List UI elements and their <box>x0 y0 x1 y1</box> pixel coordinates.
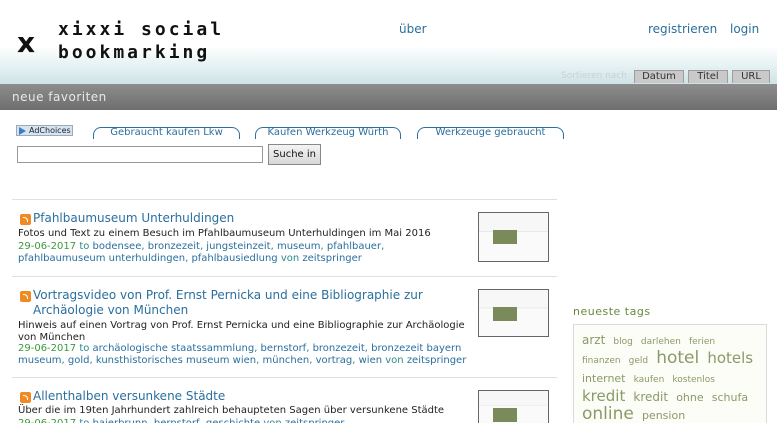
tag-link[interactable]: bodensee <box>93 241 142 252</box>
logo-text[interactable]: xixxi social bookmarking <box>58 18 224 64</box>
item-von: von <box>263 418 281 423</box>
blogger-icon <box>20 214 31 225</box>
item-meta: 29-06-2017 to baierbrunn, bernstorf, ges… <box>18 418 473 423</box>
tag-link[interactable]: baierbrunn <box>93 418 148 423</box>
tag-link[interactable]: bernstorf <box>261 343 307 354</box>
tag-cloud: arzt blog darlehen ferien finanzen geld … <box>573 324 767 423</box>
item-date: 29-06-2017 <box>18 418 76 423</box>
nav-uber-link[interactable]: über <box>399 22 427 36</box>
tag-cloud-word[interactable]: kostenlos <box>672 375 715 385</box>
item-von: von <box>385 355 404 366</box>
logo-line-1: xixxi social <box>58 19 225 40</box>
sort-label: Sortieren nach <box>561 71 627 81</box>
tag-cloud-word[interactable]: schufa <box>712 391 748 404</box>
logo-line-2: bookmarking <box>58 42 211 63</box>
tag-link[interactable]: museum <box>277 241 321 252</box>
ad-link-1[interactable]: Gebraucht kaufen Lkw <box>93 127 240 139</box>
tag-link[interactable]: geschichte <box>206 418 260 423</box>
list-item: Pfahlbaumuseum Unterhuldingen Fotos und … <box>12 199 557 276</box>
item-to: to <box>79 343 90 354</box>
tag-cloud-word[interactable]: kredit <box>633 390 668 404</box>
item-date: 29-06-2017 <box>18 241 77 252</box>
tag-link[interactable]: pfahlbauer <box>327 241 381 252</box>
item-meta: 29-06-2017 to bodensee, bronzezeit, jung… <box>18 241 385 264</box>
item-title-link[interactable]: Allenthalben versunkene Städte <box>33 389 473 404</box>
tag-cloud-word[interactable]: online <box>582 404 634 423</box>
search-input[interactable] <box>17 146 263 163</box>
section-bar: neue favoriten <box>0 84 777 110</box>
tag-link[interactable]: kunsthistorisches museum wien <box>96 355 256 366</box>
item-thumbnail[interactable] <box>478 390 549 423</box>
tag-link[interactable]: jungsteinzeit <box>206 241 270 252</box>
tag-link[interactable]: bernstorf <box>154 418 200 423</box>
logo-mark[interactable]: x <box>17 26 35 59</box>
adchoices-badge[interactable]: AdChoices <box>16 125 73 136</box>
tag-cloud-word[interactable]: ohne <box>676 391 703 404</box>
tag-cloud-word[interactable]: kaufen <box>634 375 665 385</box>
adchoices-icon <box>19 127 26 135</box>
tag-cloud-word[interactable]: hotels <box>707 349 753 367</box>
item-description: Fotos und Text zu einem Besuch im Pfahlb… <box>18 228 431 239</box>
blogger-icon <box>20 291 31 302</box>
item-title-link[interactable]: Vortragsvideo von Prof. Ernst Pernicka u… <box>33 288 473 318</box>
tag-cloud-word[interactable]: darlehen <box>641 337 681 347</box>
tag-cloud-word[interactable]: kredit <box>582 387 625 405</box>
sort-tab-titel[interactable]: Titel <box>688 70 728 83</box>
item-date: 29-06-2017 <box>18 343 77 354</box>
nav-registrieren-link[interactable]: registrieren <box>648 22 717 36</box>
tag-cloud-word[interactable]: pension <box>642 409 685 422</box>
user-link[interactable]: zeitspringer <box>407 355 467 366</box>
item-title-link[interactable]: Pfahlbaumuseum Unterhuldingen <box>33 211 473 226</box>
favorites-list: Pfahlbaumuseum Unterhuldingen Fotos und … <box>12 199 557 423</box>
nav-login-link[interactable]: login <box>730 22 759 36</box>
tag-cloud-word[interactable]: hotel <box>656 348 699 368</box>
tag-cloud-word[interactable]: geld <box>629 356 648 366</box>
user-link[interactable]: zeitspringer <box>285 418 345 423</box>
tag-link[interactable]: bronzezeit <box>313 343 365 354</box>
search-button[interactable]: Suche in <box>268 144 321 165</box>
ad-link-3[interactable]: Werkzeuge gebraucht <box>417 127 564 139</box>
item-description: Hinweis auf einen Vortrag von Prof. Erns… <box>18 320 465 343</box>
tag-link[interactable]: gold <box>68 355 90 366</box>
item-to: to <box>79 418 89 423</box>
site-header: x xixxi social bookmarking über registri… <box>0 0 777 84</box>
tag-cloud-word[interactable]: finanzen <box>582 356 621 366</box>
item-to: to <box>79 241 90 252</box>
tag-link[interactable]: pfahlbausiedlung <box>191 253 277 264</box>
item-meta: 29-06-2017 to archäologische staatssamml… <box>18 343 467 366</box>
section-title: neue favoriten <box>12 90 107 104</box>
list-item: Allenthalben versunkene Städte Über die … <box>12 377 557 423</box>
tag-link[interactable]: pfahlbaumuseum unterhuldingen <box>18 253 185 264</box>
adchoices-label: AdChoices <box>29 126 71 135</box>
list-item: Vortragsvideo von Prof. Ernst Pernicka u… <box>12 276 557 377</box>
ad-link-2[interactable]: Kaufen Werkzeug Würth <box>255 127 401 139</box>
tag-link[interactable]: bronzezeit <box>148 241 200 252</box>
tag-link[interactable]: wien <box>359 355 382 366</box>
tag-link[interactable]: münchen <box>262 355 309 366</box>
tag-link[interactable]: archäologische staatssammlung <box>93 343 255 354</box>
item-von: von <box>280 253 300 264</box>
tags-heading: neueste tags <box>573 305 651 318</box>
tag-cloud-word[interactable]: internet <box>582 372 626 385</box>
tag-cloud-word[interactable]: ferien <box>689 337 715 347</box>
sort-tab-datum[interactable]: Datum <box>634 70 684 83</box>
tag-link[interactable]: vortrag <box>316 355 353 366</box>
blogger-icon <box>20 392 31 403</box>
user-link[interactable]: zeitspringer <box>302 253 362 264</box>
item-thumbnail[interactable] <box>478 212 549 262</box>
item-thumbnail[interactable] <box>478 289 549 337</box>
tag-cloud-word[interactable]: arzt <box>582 333 605 347</box>
tag-cloud-word[interactable]: blog <box>613 337 632 347</box>
item-description: Über die im 19ten Jahrhundert zahlreich … <box>18 405 445 416</box>
sort-tab-url[interactable]: URL <box>732 70 770 83</box>
